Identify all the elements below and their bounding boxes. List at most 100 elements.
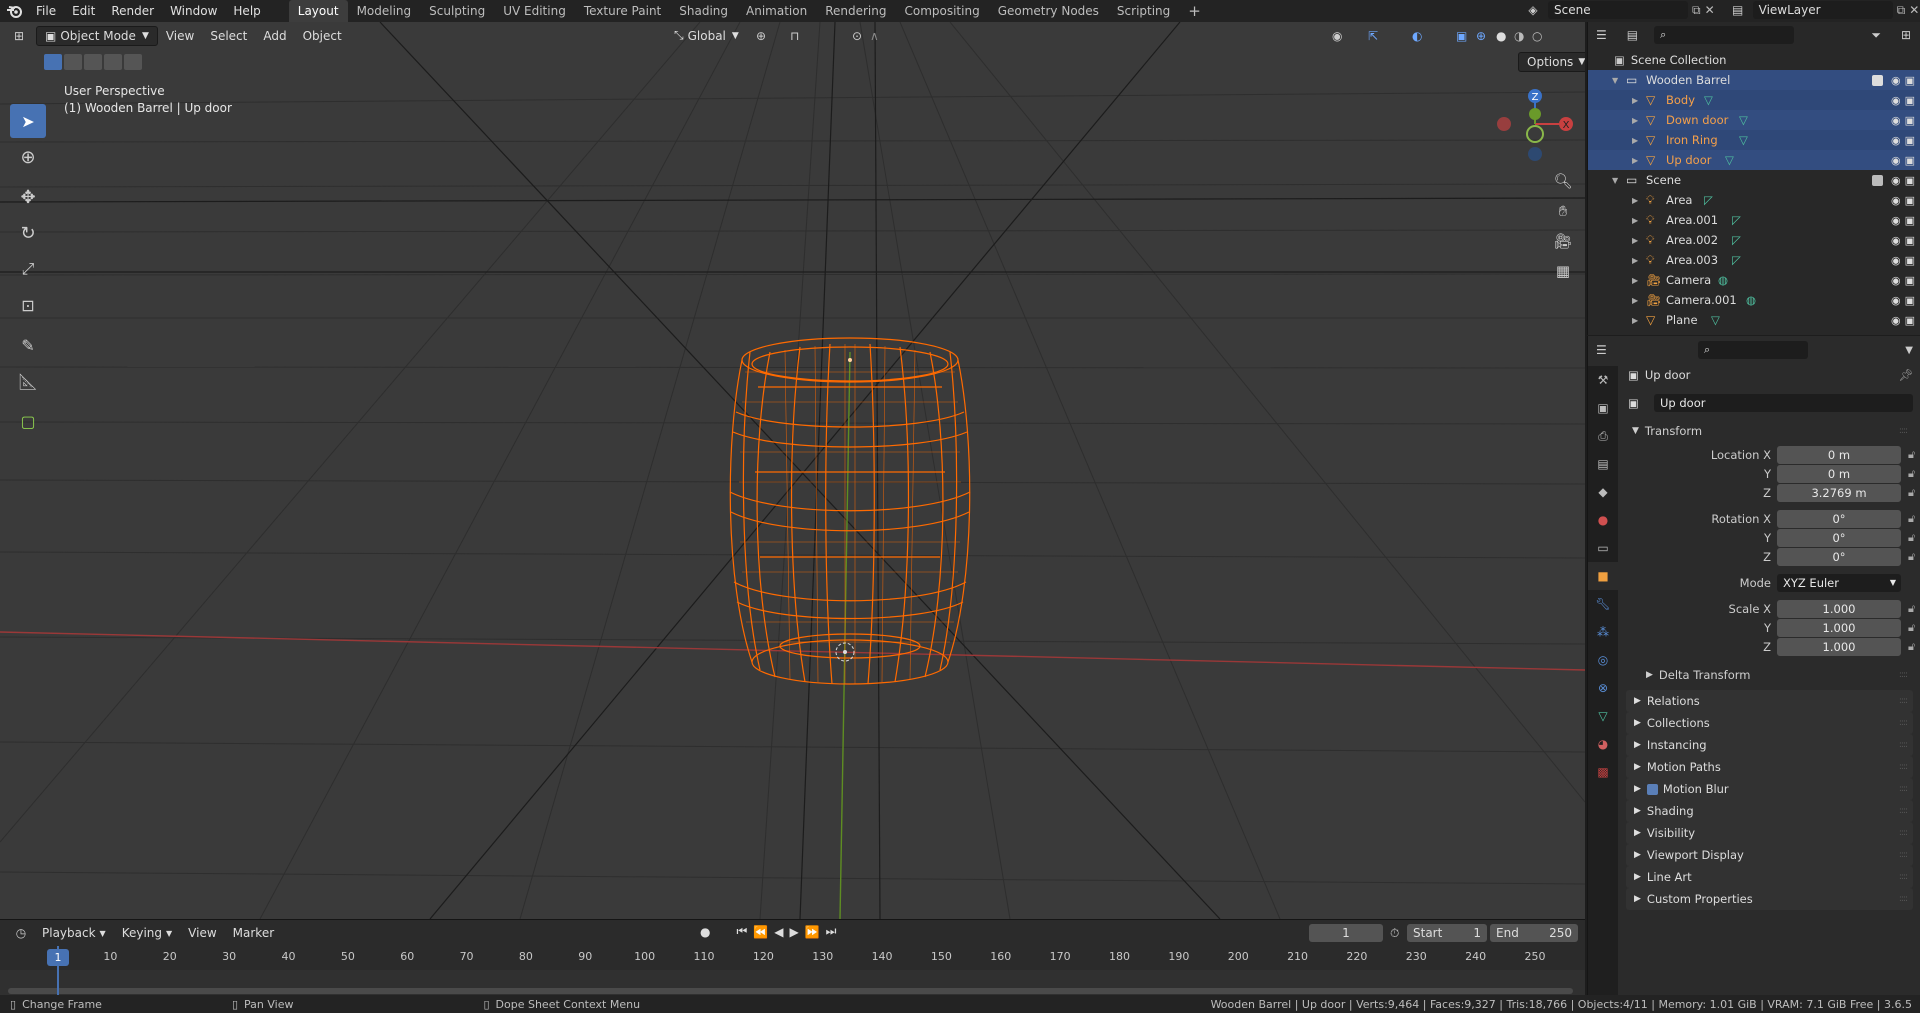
camera-render-icon[interactable]: ▣ <box>1905 214 1915 227</box>
panel-motion-blur[interactable]: ▶ Motion Blur:::: <box>1626 778 1913 800</box>
scale-z-field[interactable]: 1.000 <box>1777 638 1901 656</box>
drag-grip-icon[interactable]: :::: <box>1899 696 1908 706</box>
drag-grip-icon[interactable]: :::: <box>1899 740 1908 750</box>
outliner-item[interactable]: ▶ ▽ Iron Ring ▽ ◉ ▣ <box>1588 130 1920 150</box>
constraints-tab[interactable]: ⊗ <box>1588 674 1618 702</box>
blender-logo-icon[interactable] <box>0 0 28 22</box>
light-data-icon[interactable]: ◸ <box>1732 233 1741 247</box>
outliner-editor-type-icon[interactable]: ☰ <box>1596 28 1607 42</box>
output-tab[interactable]: ⎙ <box>1588 422 1618 450</box>
expand-arrow-icon[interactable]: ▶ <box>1632 156 1638 165</box>
outliner-scene-collection[interactable]: ▣ Scene Collection <box>1588 50 1920 70</box>
scale-x-field[interactable]: 1.000 <box>1777 600 1901 618</box>
panel-motion-paths[interactable]: ▶ Motion Paths:::: <box>1626 756 1913 778</box>
outliner-search-input[interactable]: ⌕ <box>1654 26 1795 44</box>
expand-arrow-icon[interactable]: ▶ <box>1632 116 1638 125</box>
stopwatch-icon[interactable]: ⏱ <box>1390 926 1399 941</box>
material-shading-icon[interactable]: ◑ <box>1514 29 1524 43</box>
tab-geometry-nodes[interactable]: Geometry Nodes <box>989 0 1108 22</box>
camera-render-icon[interactable]: ▣ <box>1905 174 1915 187</box>
view-layer-tab[interactable]: ▤ <box>1588 450 1618 478</box>
location-x-field[interactable]: 0 m <box>1777 446 1901 464</box>
new-scene-icon[interactable]: ⧉ <box>1692 3 1701 18</box>
outliner-item[interactable]: ▶ 💡︎ Area.001 ◸ ◉ ▣ <box>1588 210 1920 230</box>
physics-tab[interactable]: ◎ <box>1588 646 1618 674</box>
outliner-item[interactable]: ▶ ▽ Body ▽ ◉ ▣ <box>1588 90 1920 110</box>
collection-tab[interactable]: ▭ <box>1588 534 1618 562</box>
panel-relations[interactable]: ▶ Relations:::: <box>1626 690 1913 712</box>
rotate-tool[interactable]: ↻ <box>10 216 46 250</box>
close-scene-icon[interactable]: ✕ <box>1705 3 1715 17</box>
tab-texture-paint[interactable]: Texture Paint <box>575 0 670 22</box>
delta-transform-subpanel[interactable]: ▶ Delta Transform :::: <box>1640 666 1913 684</box>
view-layer-icon[interactable]: ▤ <box>1727 3 1749 17</box>
camera-view-icon[interactable]: 🎥︎ <box>1550 228 1576 254</box>
expand-arrow-icon[interactable]: ▶ <box>1632 136 1638 145</box>
snap-icon[interactable]: ⊓ <box>790 29 799 43</box>
lock-icon[interactable]: 🔓︎ <box>1908 448 1915 462</box>
camera-data-icon[interactable]: ◍ <box>1718 273 1728 287</box>
drag-grip-icon[interactable]: :::: <box>1899 426 1908 436</box>
play-icon[interactable]: ▶ <box>789 925 798 939</box>
expand-arrow-icon[interactable]: ▶ <box>1632 196 1638 205</box>
drag-grip-icon[interactable]: :::: <box>1899 762 1908 772</box>
outliner-item[interactable]: ▶ 🎥︎ Camera ◍ ◉ ▣ <box>1588 270 1920 290</box>
lock-icon[interactable]: 🔓︎ <box>1908 602 1915 616</box>
light-data-icon[interactable]: ◸ <box>1704 193 1713 207</box>
editor-type-icon[interactable]: ⊞ <box>6 29 32 43</box>
pin-icon[interactable]: 📌︎ <box>1898 368 1913 382</box>
select-new-icon[interactable] <box>44 54 62 70</box>
menu-view[interactable]: View <box>158 26 202 46</box>
select-extend-icon[interactable] <box>64 54 82 70</box>
expand-arrow-icon[interactable]: ▶ <box>1632 256 1638 265</box>
add-cube-tool[interactable]: ▢ <box>10 404 46 438</box>
eye-icon[interactable]: ◉ <box>1891 234 1901 247</box>
eye-icon[interactable]: ◉ <box>1891 174 1901 187</box>
prev-keyframe-icon[interactable]: ⏪ <box>753 925 768 939</box>
menu-add[interactable]: Add <box>255 26 294 46</box>
navigation-gizmo[interactable]: Z X <box>1490 82 1580 172</box>
menu-render[interactable]: Render <box>103 0 162 22</box>
lock-icon[interactable]: 🔓︎ <box>1908 621 1915 635</box>
outliner-item[interactable]: ▶ 💡︎ Area ◸ ◉ ▣ <box>1588 190 1920 210</box>
auto-keying-icon[interactable]: ● <box>700 925 710 939</box>
outliner-item[interactable]: ▶ ▽ Up door ▽ ◉ ▣ <box>1588 150 1920 170</box>
scene-tab[interactable]: ◆ <box>1588 478 1618 506</box>
drag-grip-icon[interactable]: :::: <box>1899 872 1908 882</box>
tab-modeling[interactable]: Modeling <box>348 0 421 22</box>
select-box-tool[interactable]: ➤ <box>10 104 46 138</box>
tab-animation[interactable]: Animation <box>737 0 816 22</box>
panel-instancing[interactable]: ▶ Instancing:::: <box>1626 734 1913 756</box>
eye-icon[interactable]: ◉ <box>1891 114 1901 127</box>
eye-icon[interactable]: ◉ <box>1891 74 1901 87</box>
options-dropdown[interactable]: Options ▼ <box>1518 52 1585 72</box>
camera-render-icon[interactable]: ▣ <box>1905 114 1915 127</box>
end-frame-field[interactable]: End 250 <box>1490 924 1578 942</box>
outliner-item[interactable]: ▶ 💡︎ Area.003 ◸ ◉ ▣ <box>1588 250 1920 270</box>
panel-visibility[interactable]: ▶ Visibility:::: <box>1626 822 1913 844</box>
wireframe-shading-icon[interactable]: ⊕ <box>1476 29 1486 43</box>
close-view-layer-icon[interactable]: ✕ <box>1909 3 1919 17</box>
outliner-item[interactable]: ▼ ▭ Scene ◉ ▣ <box>1588 170 1920 190</box>
orthographic-grid-icon[interactable]: ▦ <box>1550 258 1576 284</box>
location-y-field[interactable]: 0 m <box>1777 465 1901 483</box>
panel-collections[interactable]: ▶ Collections:::: <box>1626 712 1913 734</box>
orientation-dropdown[interactable]: ⤡ Global ▼ <box>666 26 747 46</box>
transform-tool[interactable]: ⊡ <box>10 288 46 322</box>
drag-grip-icon[interactable]: :::: <box>1899 828 1908 838</box>
lock-icon[interactable]: 🔓︎ <box>1908 486 1915 500</box>
rotation-y-field[interactable]: 0° <box>1777 529 1901 547</box>
properties-search-input[interactable]: ⌕ <box>1698 341 1808 359</box>
exclude-checkbox[interactable] <box>1871 74 1883 86</box>
expand-arrow-icon[interactable]: ▶ <box>1632 96 1638 105</box>
next-keyframe-icon[interactable]: ⏩ <box>805 925 820 939</box>
rotation-z-field[interactable]: 0° <box>1777 548 1901 566</box>
menu-timeline-view[interactable]: View <box>180 923 224 943</box>
menu-edit[interactable]: Edit <box>64 0 103 22</box>
outliner-item[interactable]: ▶ 🎥︎ Camera.001 ◍ ◉ ▣ <box>1588 290 1920 310</box>
object-data-dropdown-icon[interactable]: ▣ <box>1628 396 1650 410</box>
modifier-tab[interactable]: 🔧︎ <box>1588 590 1618 618</box>
drag-grip-icon[interactable]: :::: <box>1899 784 1908 794</box>
camera-render-icon[interactable]: ▣ <box>1905 194 1915 207</box>
camera-render-icon[interactable]: ▣ <box>1905 154 1915 167</box>
